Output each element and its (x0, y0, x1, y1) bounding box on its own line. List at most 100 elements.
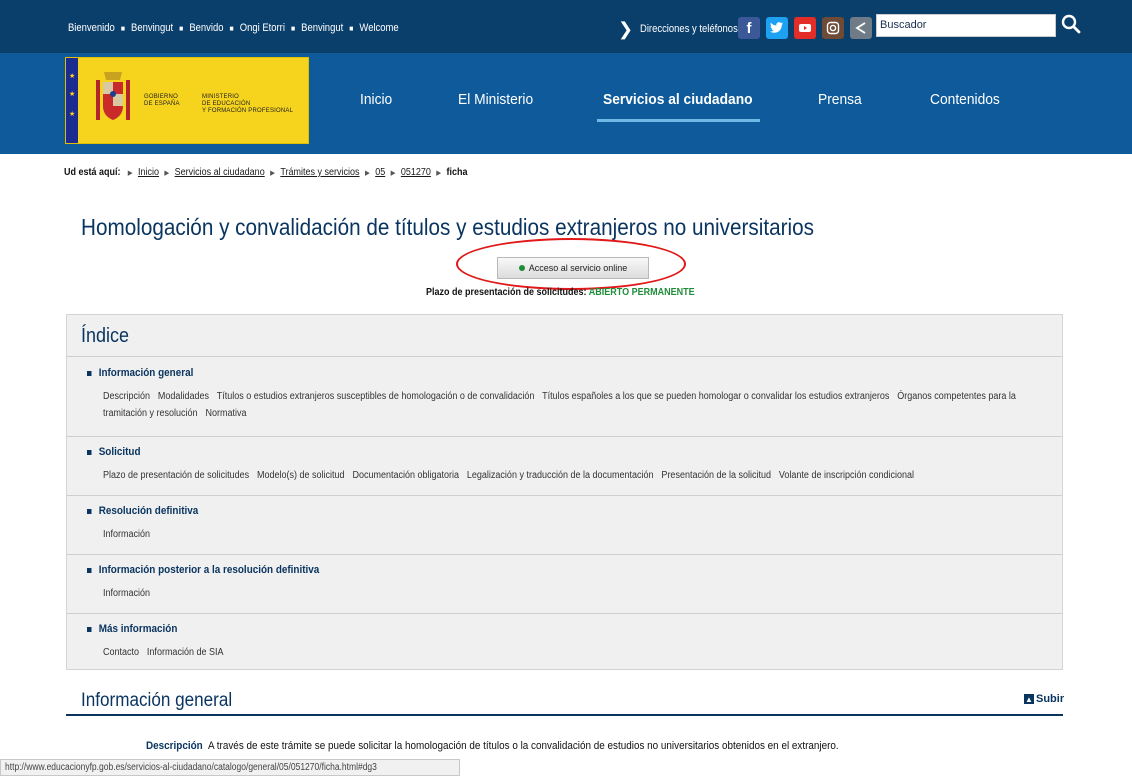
nav-item-servicios[interactable]: Servicios al ciudadano (603, 91, 753, 108)
index-link[interactable]: Legalización y traducción de la document… (467, 470, 654, 481)
square-bullet-icon (87, 449, 92, 455)
index-link[interactable]: Modalidades (158, 391, 209, 402)
status-dot-icon (518, 265, 525, 271)
index-link[interactable]: Información (103, 588, 150, 599)
instagram-icon[interactable] (822, 17, 844, 39)
index-section-links: Información (103, 526, 1021, 543)
square-bullet-icon (87, 567, 92, 573)
nav-item-prensa[interactable]: Prensa (818, 91, 862, 108)
eu-flag-stripe: ★ ★ ★ (66, 58, 78, 143)
logo-text-line: DE EDUCACIÓN (202, 101, 251, 107)
index-link[interactable]: Descripción (103, 391, 150, 402)
breadcrumb-link-servicios[interactable]: Servicios al ciudadano (175, 167, 265, 178)
triangle-right-icon: ▶ (164, 169, 170, 177)
lang-link-va[interactable]: Benvingut (301, 22, 343, 34)
divider (67, 554, 1062, 555)
index-panel: Índice Información general Descripción M… (66, 314, 1063, 670)
logo-text-line: GOBIERNO (144, 94, 178, 100)
triangle-right-icon: ▶ (390, 169, 396, 177)
breadcrumb: Ud está aquí: ▶ Inicio ▶ Servicios al ci… (64, 167, 468, 178)
index-section-links: Contacto Información de SIA (103, 644, 1021, 661)
index-section-title[interactable]: Más información (87, 623, 1019, 635)
index-section-title[interactable]: Información general (87, 367, 1019, 379)
logo-government-text: GOBIERNO DE ESPAÑA (144, 94, 180, 108)
active-nav-indicator (597, 119, 760, 122)
divider (67, 613, 1062, 614)
search-icon[interactable] (1060, 12, 1082, 36)
index-section-solicitud: Solicitud Plazo de presentación de solic… (87, 446, 1123, 484)
nav-item-inicio[interactable]: Inicio (360, 91, 392, 108)
divider (67, 356, 1062, 357)
separator-dot: ■ (349, 23, 354, 33)
lang-link-es[interactable]: Bienvenido (68, 22, 115, 34)
page-title: Homologación y convalidación de títulos … (81, 214, 814, 240)
index-link[interactable]: Títulos españoles a los que se pueden ho… (542, 391, 889, 402)
divider (67, 495, 1062, 496)
index-section-title[interactable]: Solicitud (87, 446, 1019, 458)
index-section-links: Plazo de presentación de solicitudes Mod… (103, 467, 1021, 484)
triangle-right-icon: ▶ (436, 169, 442, 177)
lang-link-eu[interactable]: Ongi Etorri (240, 22, 285, 34)
index-section-posterior: Información posterior a la resolución de… (87, 564, 1123, 602)
index-link[interactable]: Contacto (103, 647, 139, 658)
index-link[interactable]: Información (103, 529, 150, 540)
facebook-icon[interactable]: f (738, 17, 760, 39)
index-link[interactable]: Volante de inscripción condicional (779, 470, 914, 481)
divider (66, 714, 1063, 716)
back-to-top-link[interactable]: ▲ Subir (1024, 693, 1064, 705)
separator-dot: ■ (179, 23, 184, 33)
ministry-logo[interactable]: ★ ★ ★ GOBIERNO DE ESPAÑA MINISTERIO DE E… (65, 57, 309, 144)
section-title-text: Información posterior a la resolución de… (98, 564, 320, 576)
youtube-icon[interactable] (794, 17, 816, 39)
search-input[interactable]: Buscador (876, 14, 1056, 37)
square-bullet-icon (87, 370, 92, 376)
triangle-right-icon: ▶ (270, 169, 275, 177)
lang-link-en[interactable]: Welcome (359, 22, 398, 34)
index-link[interactable]: Presentación de la solicitud (661, 470, 771, 481)
index-link[interactable]: Plazo de presentación de solicitudes (103, 470, 249, 481)
index-section-links: Información (103, 585, 1021, 602)
index-section-links: Descripción Modalidades Títulos o estudi… (103, 388, 1021, 422)
index-section-resolucion: Resolución definitiva Información (87, 505, 1123, 543)
index-link[interactable]: Documentación obligatoria (352, 470, 459, 481)
index-section-title[interactable]: Información posterior a la resolución de… (87, 564, 1019, 576)
star-icon: ★ (69, 73, 76, 80)
star-icon: ★ (69, 111, 76, 118)
breadcrumb-link-inicio[interactable]: Inicio (138, 167, 159, 178)
access-online-label: Acceso al servicio online (528, 263, 628, 273)
square-bullet-icon (87, 626, 92, 632)
plazo-status: Plazo de presentación de solicitudes: AB… (426, 287, 695, 298)
lang-link-ca[interactable]: Benvingut (131, 22, 173, 34)
index-title: Índice (81, 325, 130, 347)
section-title-text: Solicitud (98, 446, 141, 458)
directions-link[interactable]: ❯ Direcciones y teléfonos (618, 20, 752, 38)
separator-dot: ■ (229, 23, 234, 33)
index-link[interactable]: Normativa (205, 408, 246, 419)
lang-link-gl[interactable]: Benvido (189, 22, 223, 34)
coat-of-arms-icon (96, 72, 130, 120)
breadcrumb-link-05[interactable]: 05 (375, 167, 385, 178)
back-to-top-label: Subir (1036, 693, 1065, 705)
nav-item-contenidos[interactable]: Contenidos (930, 91, 1000, 108)
star-icon: ★ (69, 91, 76, 98)
status-url: http://www.educacionyfp.gob.es/servicios… (5, 762, 377, 773)
separator-dot: ■ (120, 23, 126, 33)
description-label: Descripción (146, 740, 203, 752)
index-section-title[interactable]: Resolución definitiva (87, 505, 1019, 517)
twitter-icon[interactable] (766, 17, 788, 39)
section-heading: Información general (81, 690, 233, 711)
share-icon[interactable] (850, 17, 872, 39)
breadcrumb-link-tramites[interactable]: Trámites y servicios (280, 167, 359, 178)
browser-status-bar: http://www.educacionyfp.gob.es/servicios… (0, 759, 460, 776)
breadcrumb-link-051270[interactable]: 051270 (401, 167, 431, 178)
nav-item-ministerio[interactable]: El Ministerio (458, 91, 533, 108)
index-link[interactable]: Títulos o estudios extranjeros susceptib… (217, 391, 535, 402)
access-online-button[interactable]: Acceso al servicio online (497, 257, 649, 279)
triangle-right-icon: ▶ (364, 169, 370, 177)
site-header: ★ ★ ★ GOBIERNO DE ESPAÑA MINISTERIO DE E… (0, 53, 1132, 154)
divider (67, 436, 1062, 437)
index-link[interactable]: Modelo(s) de solicitud (257, 470, 345, 481)
index-link[interactable]: Información de SIA (147, 647, 224, 658)
plazo-label: Plazo de presentación de solicitudes: (426, 287, 587, 298)
index-section-info-general: Información general Descripción Modalida… (87, 367, 1123, 422)
